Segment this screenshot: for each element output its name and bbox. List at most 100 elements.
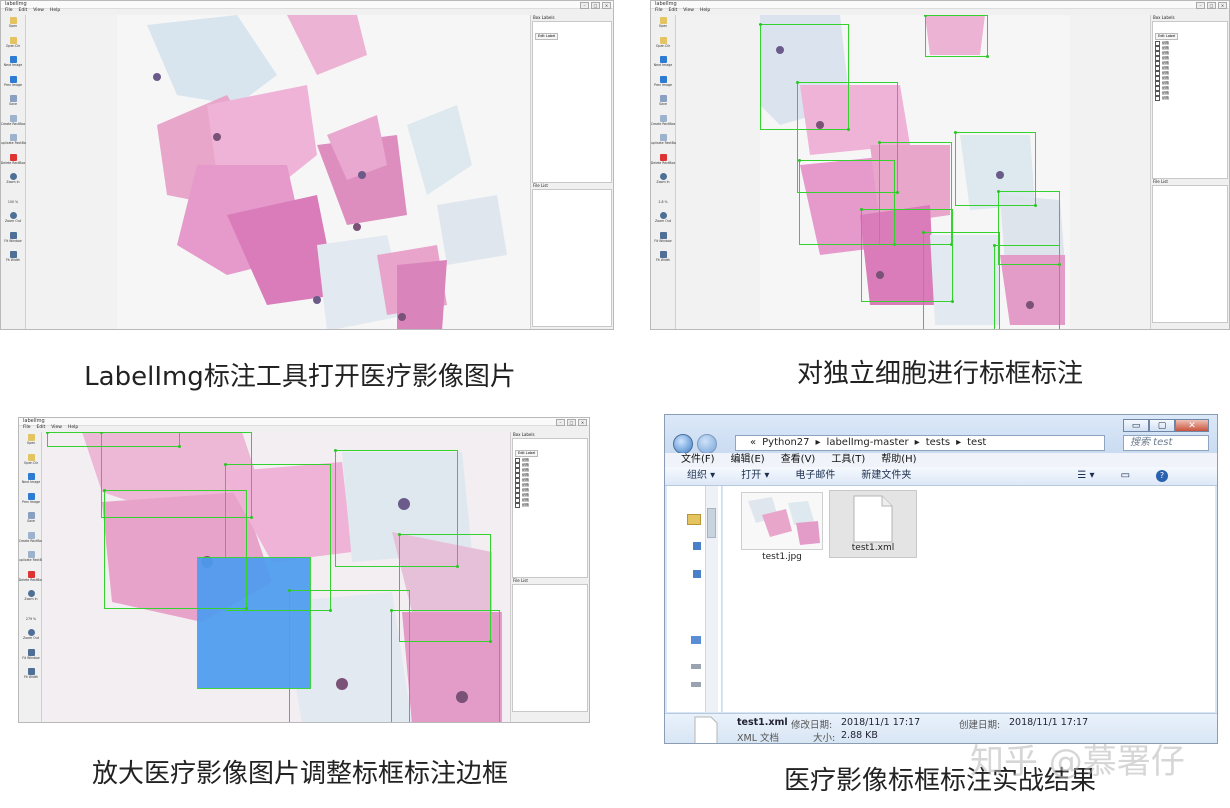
toolbar-prev-image[interactable]: Prev Image bbox=[1, 74, 25, 94]
toolbar-save[interactable]: Save bbox=[651, 93, 675, 113]
toolbar-delete-rectbox[interactable]: Delete RectBox bbox=[651, 152, 675, 172]
close-button[interactable]: ✕ bbox=[1175, 419, 1209, 432]
view-options-icon[interactable]: ☰ ▾ bbox=[1077, 467, 1094, 485]
file-list-panel[interactable] bbox=[532, 189, 612, 327]
breadcrumb-sep[interactable]: ▸ bbox=[956, 436, 961, 450]
toolbar-duplicate-rectbox[interactable]: Duplicate RectBox bbox=[19, 549, 46, 569]
scroll-thumb[interactable] bbox=[707, 508, 716, 538]
label-list-item[interactable]: 细胞 bbox=[1153, 96, 1227, 101]
checkbox-icon[interactable] bbox=[515, 503, 520, 508]
bbox[interactable] bbox=[993, 244, 1060, 329]
toolbar-100[interactable]: 100 % bbox=[1, 191, 25, 211]
breadcrumb-python27[interactable]: Python27 bbox=[762, 436, 809, 450]
file-list-panel[interactable] bbox=[1152, 185, 1228, 323]
toolbar-fit-window[interactable]: Fit Window bbox=[19, 647, 43, 667]
image-canvas[interactable] bbox=[26, 15, 531, 329]
menu-view[interactable]: View bbox=[51, 425, 62, 431]
menu-edit[interactable]: Edit bbox=[669, 8, 678, 14]
file-item-xml[interactable]: test1.xml bbox=[829, 490, 917, 558]
email-button[interactable]: 电子邮件 bbox=[795, 467, 835, 485]
preview-pane-icon[interactable]: ▭ bbox=[1121, 467, 1130, 485]
address-bar[interactable]: « Python27 ▸ labelImg-master ▸ tests ▸ t… bbox=[735, 435, 1105, 451]
organize-button[interactable]: 组织 ▾ bbox=[687, 467, 715, 485]
menu-help[interactable]: 帮助(H) bbox=[881, 453, 916, 467]
search-input[interactable]: 搜索 test bbox=[1123, 435, 1209, 451]
toolbar-fit-width[interactable]: Fit Width bbox=[1, 249, 25, 269]
toolbar-next-image[interactable]: Next Image bbox=[651, 54, 675, 74]
menu-help[interactable]: Help bbox=[68, 425, 78, 431]
file-item-jpg[interactable]: test1.jpg bbox=[739, 492, 825, 562]
bbox[interactable] bbox=[922, 231, 1000, 329]
toolbar-fit-window[interactable]: Fit Window bbox=[1, 230, 25, 250]
checkbox-icon[interactable] bbox=[1155, 96, 1160, 101]
menu-view[interactable]: View bbox=[683, 8, 694, 14]
edit-label-button[interactable]: Edit Label bbox=[515, 450, 539, 457]
toolbar-open-dir[interactable]: Open Dir bbox=[1, 35, 25, 55]
breadcrumb-sep[interactable]: ▸ bbox=[816, 436, 821, 450]
navigation-pane[interactable] bbox=[667, 486, 722, 712]
file-list-panel[interactable] bbox=[512, 584, 588, 712]
image-canvas[interactable] bbox=[676, 15, 1151, 329]
breadcrumb-tests[interactable]: tests bbox=[926, 436, 950, 450]
open-button[interactable]: 打开 ▾ bbox=[741, 467, 769, 485]
menu-help[interactable]: Help bbox=[700, 8, 710, 14]
image-canvas[interactable] bbox=[42, 432, 511, 722]
edit-label-button[interactable]: Edit Label bbox=[535, 33, 559, 40]
menu-file[interactable]: File bbox=[23, 425, 31, 431]
back-button[interactable] bbox=[673, 434, 693, 454]
menu-file[interactable]: File bbox=[5, 8, 13, 14]
breadcrumb-test[interactable]: test bbox=[967, 436, 986, 450]
edit-label-button[interactable]: Edit Label bbox=[1155, 33, 1179, 40]
toolbar-fit-width[interactable]: Fit Width bbox=[651, 249, 675, 269]
breadcrumb-sep[interactable]: ▸ bbox=[915, 436, 920, 450]
breadcrumb-labelimg-master[interactable]: labelImg-master bbox=[827, 436, 909, 450]
toolbar-zoom-out[interactable]: Zoom Out bbox=[19, 627, 43, 647]
toolbar-create-rectbox[interactable]: Create RectBox bbox=[19, 530, 43, 550]
toolbar-create-rectbox[interactable]: Create RectBox bbox=[1, 113, 25, 133]
toolbar-fit-width[interactable]: Fit Width bbox=[19, 666, 43, 686]
forward-button[interactable] bbox=[697, 434, 717, 454]
toolbar-open-dir[interactable]: Open Dir bbox=[19, 452, 43, 472]
toolbar-zoom-out[interactable]: Zoom Out bbox=[651, 210, 675, 230]
menu-view[interactable]: View bbox=[33, 8, 44, 14]
toolbar-zoom-in[interactable]: Zoom In bbox=[19, 588, 43, 608]
toolbar-open[interactable]: Open bbox=[651, 15, 675, 35]
menu-edit[interactable]: 编辑(E) bbox=[731, 453, 765, 467]
new-folder-button[interactable]: 新建文件夹 bbox=[861, 467, 911, 485]
toolbar-duplicate-rectbox[interactable]: Duplicate RectBox bbox=[651, 132, 678, 152]
toolbar-next-image[interactable]: Next Image bbox=[1, 54, 25, 74]
toolbar-open[interactable]: Open bbox=[19, 432, 43, 452]
menu-file[interactable]: File bbox=[655, 8, 663, 14]
file-view[interactable]: test1.jpg test1.xml bbox=[723, 486, 1215, 712]
menu-edit[interactable]: Edit bbox=[37, 425, 46, 431]
bbox[interactable] bbox=[224, 463, 332, 612]
scrollbar[interactable] bbox=[705, 486, 718, 712]
toolbar-duplicate-rectbox[interactable]: Duplicate RectBox bbox=[1, 132, 28, 152]
toolbar-prev-image[interactable]: Prev Image bbox=[19, 491, 43, 511]
bbox[interactable] bbox=[390, 609, 500, 722]
toolbar-fit-window[interactable]: Fit Window bbox=[651, 230, 675, 250]
toolbar-zoom-out[interactable]: Zoom Out bbox=[1, 210, 25, 230]
toolbar-prev-image[interactable]: Prev Image bbox=[651, 74, 675, 94]
help-icon[interactable]: ? bbox=[1156, 470, 1169, 482]
toolbar-zoom-in[interactable]: Zoom In bbox=[1, 171, 25, 191]
bbox[interactable] bbox=[924, 15, 989, 58]
minimize-button[interactable]: ▭ bbox=[1123, 419, 1149, 432]
maximize-button[interactable]: ▢ bbox=[1149, 419, 1175, 432]
toolbar-delete-rectbox[interactable]: Delete RectBox bbox=[1, 152, 25, 172]
label-list-item[interactable]: 细胞 bbox=[513, 503, 587, 508]
toolbar-next-image[interactable]: Next Image bbox=[19, 471, 43, 491]
menu-edit[interactable]: Edit bbox=[19, 8, 28, 14]
toolbar-100[interactable]: 279 % bbox=[19, 608, 43, 628]
toolbar-zoom-in[interactable]: Zoom In bbox=[651, 171, 675, 191]
toolbar-create-rectbox[interactable]: Create RectBox bbox=[651, 113, 675, 133]
toolbar-100[interactable]: 2.8 % bbox=[651, 191, 675, 211]
menu-file[interactable]: 文件(F) bbox=[681, 453, 715, 467]
menu-help[interactable]: Help bbox=[50, 8, 60, 14]
menu-tools[interactable]: 工具(T) bbox=[831, 453, 865, 467]
toolbar-open-dir[interactable]: Open Dir bbox=[651, 35, 675, 55]
toolbar-open[interactable]: Open bbox=[1, 15, 25, 35]
toolbar-save[interactable]: Save bbox=[19, 510, 43, 530]
toolbar-save[interactable]: Save bbox=[1, 93, 25, 113]
toolbar-delete-rectbox[interactable]: Delete RectBox bbox=[19, 569, 43, 589]
